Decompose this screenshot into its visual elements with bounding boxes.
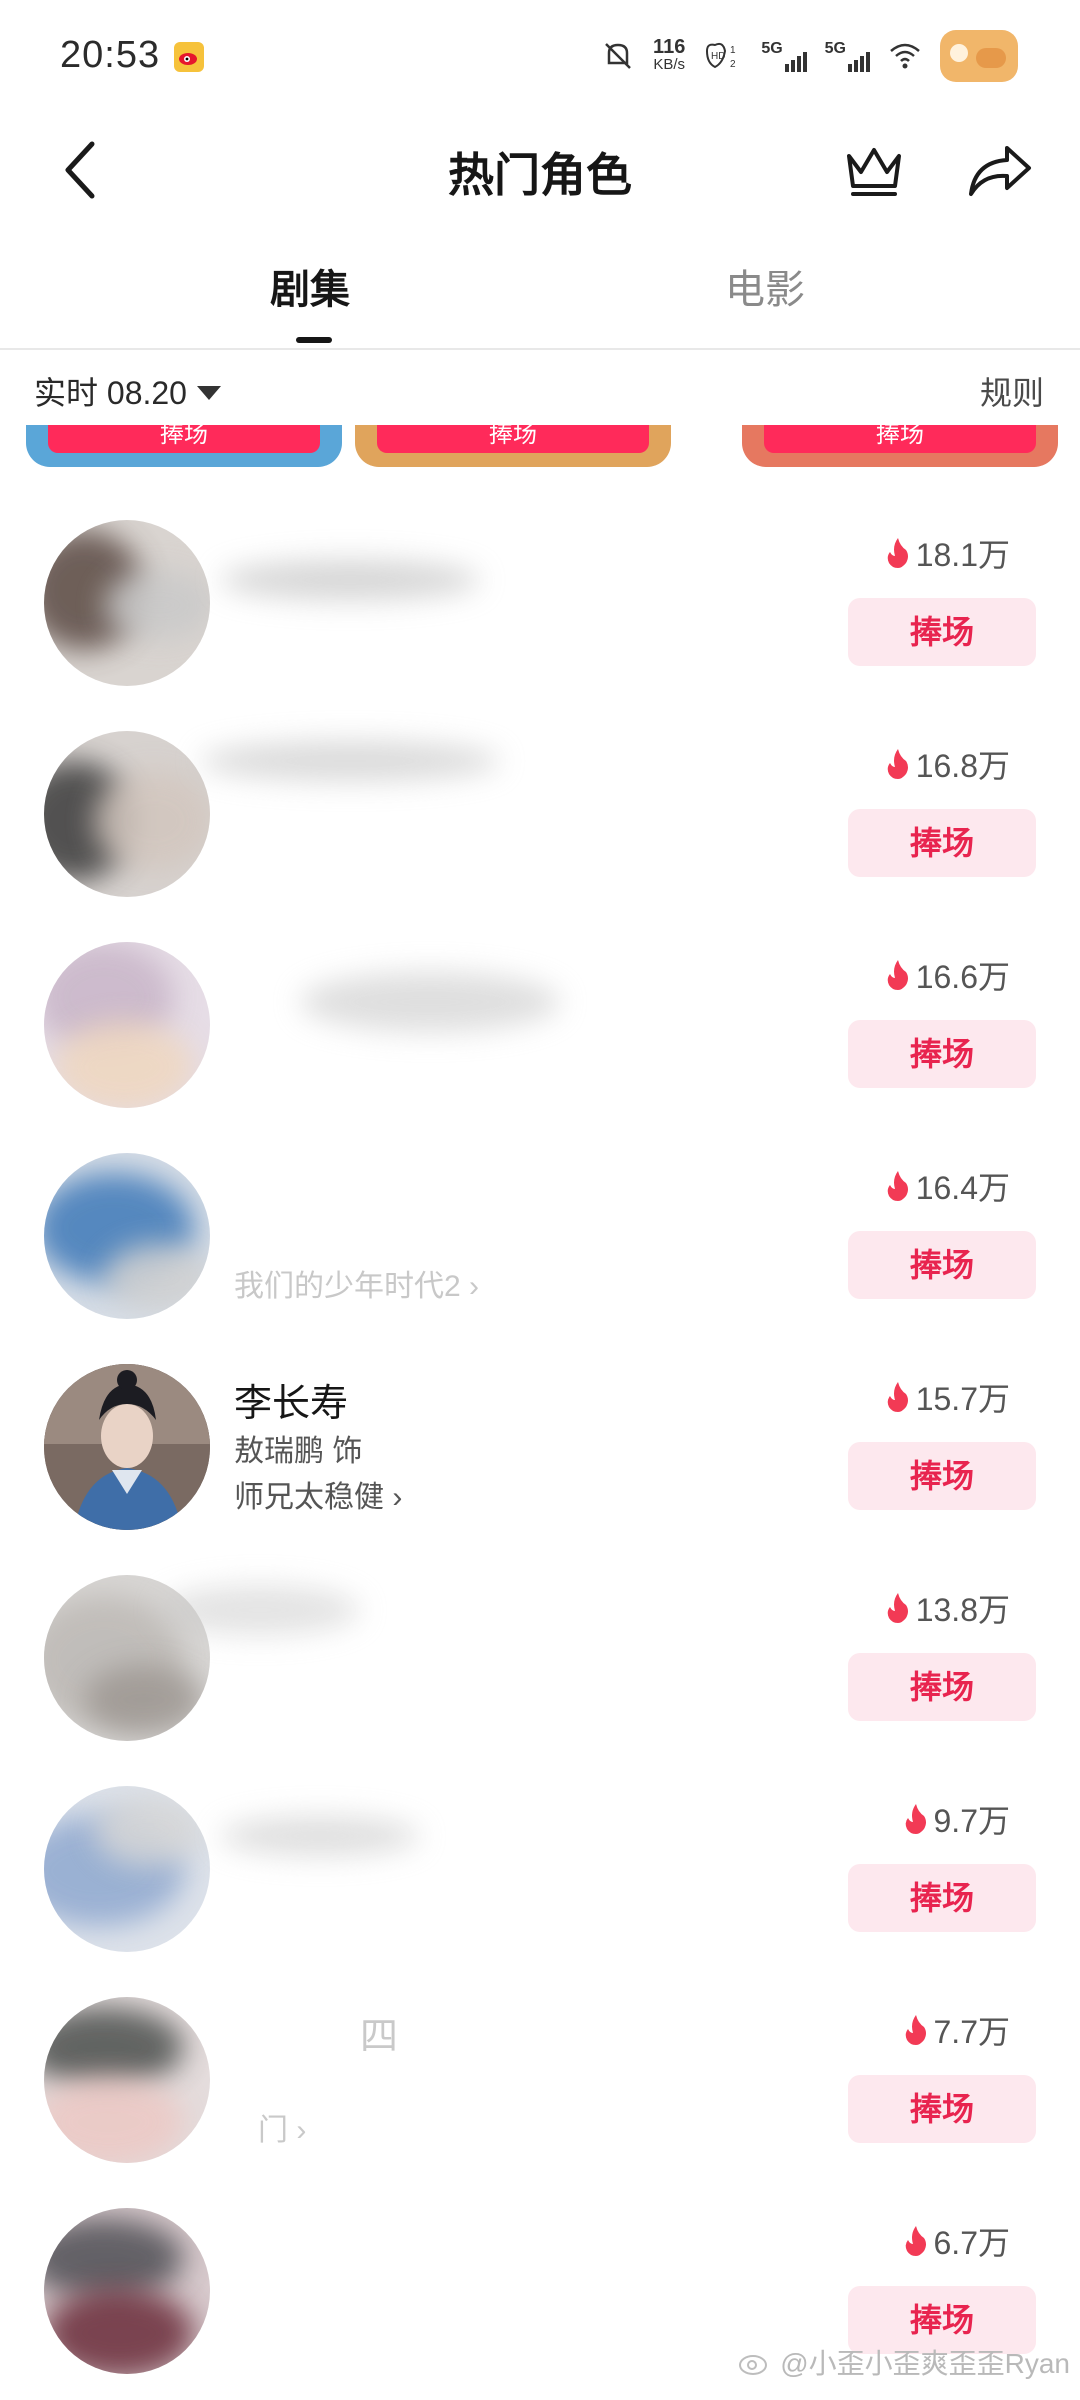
character-name: 李长寿 bbox=[234, 1383, 349, 1425]
rules-link[interactable]: 规则 bbox=[980, 368, 1044, 414]
podium-support-button-2[interactable]: 捧场 bbox=[377, 425, 649, 453]
net-speed: 116 KB/s bbox=[653, 36, 686, 73]
drama-link[interactable]: 我们的少年时代2 › bbox=[234, 1261, 479, 1305]
support-button[interactable]: 捧场 bbox=[848, 598, 1036, 666]
podium-support-button-3[interactable]: 捧场 bbox=[764, 425, 1036, 453]
heat-value: 7.7万 bbox=[904, 2007, 1010, 2053]
podium-card-2: 捧场 bbox=[355, 425, 671, 467]
watermark: @小歪小歪爽歪歪Ryan bbox=[738, 2342, 1070, 2382]
avatar bbox=[44, 2208, 210, 2374]
support-button[interactable]: 捧场 bbox=[848, 809, 1036, 877]
caret-down-icon bbox=[196, 386, 221, 400]
wifi-icon bbox=[890, 43, 920, 69]
podium-card-3: 捧场 bbox=[742, 425, 1058, 467]
flame-icon bbox=[887, 1171, 908, 1201]
actor-name: 敖瑞鹏 饰 bbox=[234, 1435, 363, 1468]
support-button[interactable]: 捧场 bbox=[848, 1442, 1036, 1510]
flame-icon bbox=[905, 2015, 926, 2045]
vip-crown-button[interactable] bbox=[838, 135, 910, 205]
tab-series[interactable]: 剧集 bbox=[270, 257, 350, 315]
blurred-text bbox=[200, 741, 500, 781]
list-item[interactable]: 我们的少年时代2 › 16.4万 捧场 bbox=[0, 1103, 1080, 1319]
top-app-bar: 热门角色 bbox=[0, 115, 1080, 225]
list-item[interactable]: 李长寿 敖瑞鹏 饰 师兄太稳健 › 15.7万 捧场 bbox=[0, 1314, 1080, 1530]
heat-value: 16.4万 bbox=[886, 1163, 1010, 1209]
status-bar: 20:53 116 KB/s HD 1 2 5G 5G bbox=[0, 0, 1080, 115]
list-item[interactable]: 四 门 › 7.7万 捧场 bbox=[0, 1947, 1080, 2163]
avatar bbox=[44, 1786, 210, 1952]
tab-indicator bbox=[296, 337, 332, 343]
heat-value: 9.7万 bbox=[904, 1796, 1010, 1842]
heat-value: 13.8万 bbox=[886, 1585, 1010, 1631]
svg-text:2: 2 bbox=[730, 59, 736, 70]
list-item[interactable]: 13.8万 捧场 bbox=[0, 1525, 1080, 1741]
podium-card-1: 捧场 bbox=[26, 425, 342, 467]
list-item[interactable]: 16.8万 捧场 bbox=[0, 681, 1080, 897]
avatar-image bbox=[44, 1364, 210, 1530]
heat-value: 18.1万 bbox=[886, 530, 1010, 576]
support-button[interactable]: 捧场 bbox=[848, 1020, 1036, 1088]
svg-text:1: 1 bbox=[730, 45, 736, 56]
share-button[interactable] bbox=[960, 135, 1040, 205]
support-button[interactable]: 捧场 bbox=[848, 1653, 1036, 1721]
category-tabs: 剧集 电影 bbox=[0, 245, 1080, 350]
share-icon bbox=[969, 146, 1031, 196]
support-button[interactable]: 捧场 bbox=[848, 1231, 1036, 1299]
page-title: 热门角色 bbox=[448, 149, 632, 201]
status-time: 20:53 bbox=[60, 34, 161, 76]
weibo-watermark-icon bbox=[739, 2355, 768, 2375]
heat-value: 15.7万 bbox=[886, 1374, 1010, 1420]
support-button[interactable]: 捧场 bbox=[848, 2075, 1036, 2143]
hd-icon: HD 1 2 bbox=[706, 42, 736, 70]
podium-support-button-1[interactable]: 捧场 bbox=[48, 425, 320, 453]
flame-icon bbox=[887, 749, 908, 779]
flame-icon bbox=[887, 1382, 908, 1412]
support-button[interactable]: 捧场 bbox=[848, 1864, 1036, 1932]
avatar bbox=[44, 1997, 210, 2163]
character-name: 四 bbox=[360, 2016, 399, 2058]
list-item[interactable]: 16.6万 捧场 bbox=[0, 892, 1080, 1108]
avatar bbox=[44, 520, 210, 686]
list-item[interactable]: 18.1万 捧场 bbox=[0, 470, 1080, 686]
svg-text:HD: HD bbox=[711, 51, 725, 62]
cat-sticker-icon bbox=[940, 30, 1018, 82]
blurred-text bbox=[220, 560, 480, 600]
list-item[interactable]: 6.7万 捧场 bbox=[0, 2158, 1080, 2374]
heat-value: 16.6万 bbox=[886, 952, 1010, 998]
flame-icon bbox=[887, 960, 908, 990]
avatar bbox=[44, 731, 210, 897]
crown-icon bbox=[847, 148, 901, 196]
list-item[interactable]: 9.7万 捧场 bbox=[0, 1736, 1080, 1952]
flame-icon bbox=[887, 538, 908, 568]
mute-icon bbox=[605, 43, 631, 69]
heat-value: 6.7万 bbox=[904, 2218, 1010, 2264]
weibo-icon bbox=[174, 42, 204, 72]
flame-icon bbox=[905, 2226, 926, 2256]
status-icons: 116 KB/s HD 1 2 5G 5G bbox=[601, 30, 1018, 82]
blurred-text bbox=[220, 1816, 420, 1856]
avatar bbox=[44, 1153, 210, 1319]
signal-icon-1: 5G bbox=[761, 40, 807, 72]
tab-movies[interactable]: 电影 bbox=[725, 257, 805, 315]
drama-link[interactable]: 门 › bbox=[258, 2105, 306, 2149]
date-label: 实时 08.20 bbox=[34, 375, 187, 411]
blurred-text bbox=[300, 972, 560, 1032]
avatar bbox=[44, 942, 210, 1108]
flame-icon bbox=[905, 1804, 926, 1834]
heat-value: 16.8万 bbox=[886, 741, 1010, 787]
date-selector[interactable]: 实时 08.20 bbox=[34, 368, 221, 414]
blurred-text bbox=[160, 1585, 360, 1635]
drama-link[interactable]: 师兄太稳健 › bbox=[234, 1472, 402, 1516]
avatar bbox=[44, 1364, 210, 1530]
flame-icon bbox=[887, 1593, 908, 1623]
signal-icon-2: 5G bbox=[825, 40, 870, 72]
filter-bar: 实时 08.20 规则 bbox=[0, 352, 1080, 427]
